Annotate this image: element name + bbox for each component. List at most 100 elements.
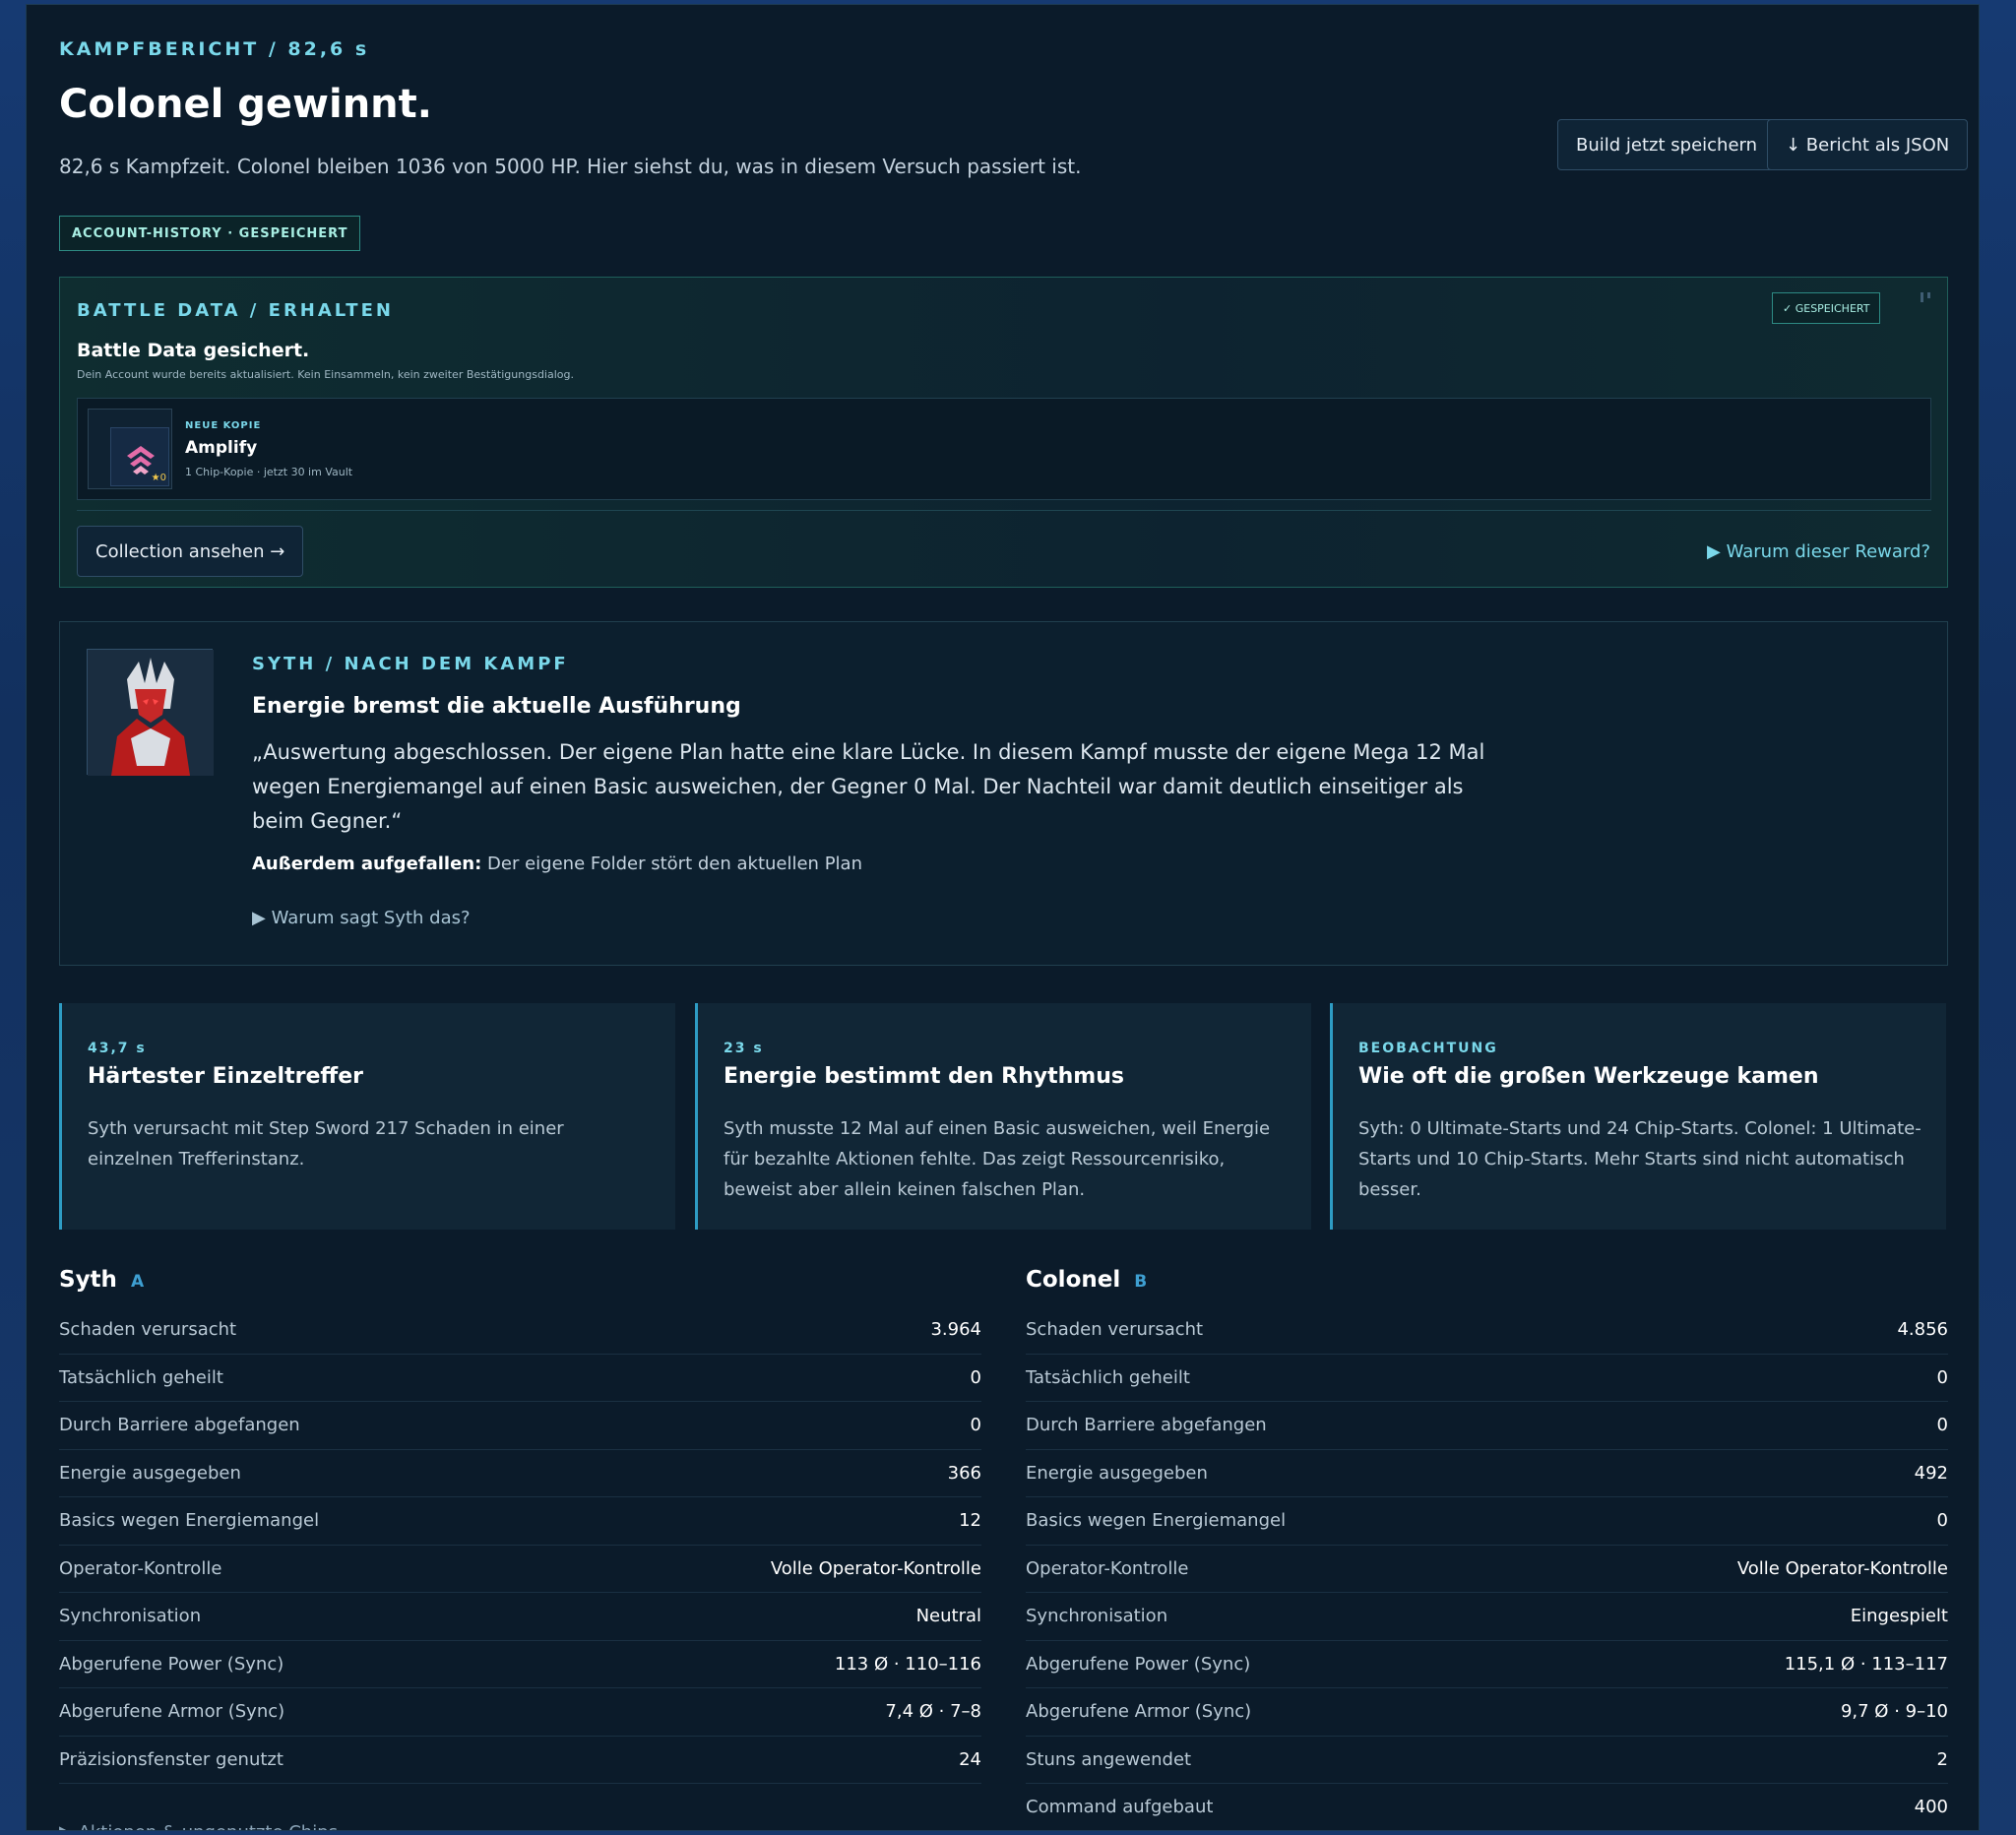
stat-value: 3.964: [930, 1319, 981, 1341]
syth-also-label: Außerdem aufgefallen:: [252, 854, 482, 874]
stat-label: Operator-Kontrolle: [1026, 1557, 1189, 1579]
stat-row: Abgerufene Armor (Sync) 7,4 Ø · 7–8: [59, 1688, 981, 1737]
fighter-tag: A: [130, 1272, 145, 1292]
stat-value: 24: [959, 1748, 981, 1770]
stat-value: 0: [1936, 1366, 1948, 1388]
stat-row: Operator-Kontrolle Volle Operator-Kontrol…: [1026, 1546, 1948, 1593]
stat-label: Basics wegen Energiemangel: [1026, 1510, 1287, 1532]
history-status-badge: ACCOUNT-HISTORY · GESPEICHERT: [59, 216, 361, 251]
stat-row: Tatsächlich geheilt 0: [1026, 1355, 1948, 1402]
reward-name: Amplify: [185, 438, 258, 458]
stats-table-colonel: Colonel B Schaden verursacht 4.856 Tatsäch…: [1026, 1267, 1948, 1830]
export-json-button[interactable]: ↓ Bericht als JSON: [1767, 119, 1969, 170]
pause-icon[interactable]: [1917, 289, 1936, 309]
stat-label: Durch Barriere abgefangen: [59, 1415, 300, 1436]
saved-badge: ✓ GESPEICHERT: [1772, 292, 1881, 324]
stats-table-syth: Syth A Schaden verursacht 3.964 Tatsächlic…: [59, 1267, 981, 1784]
divider: [77, 510, 1931, 511]
page-title: Colonel gewinnt.: [59, 82, 432, 127]
report-subtitle: 82,6 s Kampfzeit. Colonel bleiben 1036 v…: [59, 155, 1082, 178]
insight-card-observation: BEOBACHTUNG Wie oft die großen Werkzeuge…: [1330, 1003, 1946, 1230]
stat-row: Abgerufene Power (Sync) 115,1 Ø · 113–117: [1026, 1641, 1948, 1688]
stat-value: 492: [1914, 1462, 1948, 1484]
stat-value: 0: [970, 1415, 981, 1436]
stat-label: Stuns angewendet: [1026, 1748, 1192, 1770]
stat-row: Durch Barriere abgefangen 0: [59, 1402, 981, 1450]
stat-row: Abgerufene Armor (Sync) 9,7 Ø · 9–10: [1026, 1688, 1948, 1737]
stat-label: Abgerufene Armor (Sync): [1026, 1701, 1252, 1723]
stat-label: Schaden verursacht: [1026, 1319, 1204, 1341]
report-kicker: KAMPFBERICHT / 82,6 s: [59, 38, 370, 60]
stat-label: Abgerufene Power (Sync): [1026, 1653, 1251, 1675]
card-kicker: BEOBACHTUNG: [1358, 1041, 1498, 1056]
stat-value: 4.856: [1897, 1319, 1948, 1341]
stat-label: Durch Barriere abgefangen: [1026, 1415, 1267, 1436]
fighter-tag: B: [1134, 1272, 1148, 1292]
stat-row: Synchronisation Eingespielt: [1026, 1593, 1948, 1641]
stat-value: 0: [1936, 1510, 1948, 1532]
card-title: Wie oft die großen Werkzeuge kamen: [1358, 1064, 1819, 1089]
card-kicker: 23 s: [724, 1041, 764, 1056]
stat-row: Basics wegen Energiemangel 12: [59, 1497, 981, 1546]
save-build-button[interactable]: Build jetzt speichern: [1557, 119, 1777, 170]
card-kicker: 43,7 s: [88, 1041, 147, 1056]
stat-value: Volle Operator-Kontrolle: [770, 1557, 981, 1579]
syth-also-text: Der eigene Folder stört den aktuellen Pl…: [481, 854, 862, 874]
why-reward-toggle[interactable]: ▶ Warum dieser Reward?: [1707, 541, 1930, 562]
stat-label: Energie ausgegeben: [1026, 1462, 1208, 1484]
stat-value: Neutral: [915, 1606, 981, 1627]
stat-value: 400: [1914, 1797, 1948, 1818]
reward-subtitle: 1 Chip-Kopie · jetzt 30 im Vault: [185, 466, 353, 478]
stat-row: Basics wegen Energiemangel 0: [1026, 1497, 1948, 1546]
stat-value: 2: [1936, 1748, 1948, 1770]
stat-row: Synchronisation Neutral: [59, 1593, 981, 1641]
card-text: Syth musste 12 Mal auf einen Basic auswe…: [724, 1118, 1271, 1200]
stat-value: 113 Ø · 110–116: [834, 1653, 981, 1675]
reward-item: ★0 NEUE KOPIE Amplify 1 Chip-Kopie · jet…: [77, 398, 1931, 500]
stat-row: Abgerufene Power (Sync) 113 Ø · 110–116: [59, 1641, 981, 1688]
fighter-name: Colonel: [1026, 1267, 1121, 1293]
syth-avatar: [87, 649, 214, 776]
view-collection-button[interactable]: Collection ansehen →: [77, 526, 304, 577]
insight-card-hardest-hit: 43,7 s Härtester Einzeltreffer Syth veru…: [59, 1003, 675, 1230]
reward-chip-thumbnail: ★0: [88, 409, 172, 489]
stat-row: Command aufgebaut 400: [1026, 1784, 1948, 1830]
stat-label: Schaden verursacht: [59, 1319, 237, 1341]
battle-data-section: BATTLE DATA / ERHALTEN Battle Data gesic…: [59, 277, 1948, 588]
battle-data-kicker: BATTLE DATA / ERHALTEN: [77, 300, 394, 321]
stat-row: Präzisionsfenster genutzt 24: [59, 1737, 981, 1784]
insight-card-energy: 23 s Energie bestimmt den Rhythmus Syth …: [695, 1003, 1311, 1230]
stat-row: Stuns angewendet 2: [1026, 1737, 1948, 1784]
stat-row: Energie ausgegeben 492: [1026, 1450, 1948, 1497]
card-title: Härtester Einzeltreffer: [88, 1064, 363, 1089]
battle-data-note: Dein Account wurde bereits aktualisiert.…: [77, 368, 574, 381]
stat-value: 366: [947, 1462, 981, 1484]
stat-label: Abgerufene Armor (Sync): [59, 1701, 285, 1723]
actions-unused-chips-toggle[interactable]: ▶ Aktionen & ungenutzte Chips: [59, 1822, 338, 1830]
stat-value: 115,1 Ø · 113–117: [1784, 1653, 1948, 1675]
syth-title: Energie bremst die aktuelle Ausführung: [252, 694, 741, 719]
syth-kicker: SYTH / NACH DEM KAMPF: [252, 654, 569, 674]
stat-row: Operator-Kontrolle Volle Operator-Kontrol…: [59, 1546, 981, 1593]
card-text: Syth verursacht mit Step Sword 217 Schad…: [88, 1118, 564, 1170]
stat-label: Abgerufene Power (Sync): [59, 1653, 284, 1675]
syth-portrait-icon: [88, 650, 214, 776]
stat-label: Tatsächlich geheilt: [1026, 1366, 1190, 1388]
battle-data-title: Battle Data gesichert.: [77, 340, 310, 361]
stat-row: Energie ausgegeben 366: [59, 1450, 981, 1497]
stat-label: Operator-Kontrolle: [59, 1557, 222, 1579]
stat-label: Synchronisation: [59, 1606, 202, 1627]
stat-label: Präzisionsfenster genutzt: [59, 1748, 284, 1770]
stat-label: Tatsächlich geheilt: [59, 1366, 223, 1388]
stat-label: Command aufgebaut: [1026, 1797, 1214, 1818]
reward-star-count: ★0: [151, 473, 166, 483]
stat-value: 12: [959, 1510, 981, 1532]
syth-quote: „Auswertung abgeschlossen. Der eigene Pl…: [252, 740, 1485, 833]
stat-label: Basics wegen Energiemangel: [59, 1510, 320, 1532]
stat-value: Volle Operator-Kontrolle: [1736, 1557, 1948, 1579]
report-panel: KAMPFBERICHT / 82,6 s Colonel gewinnt. 8…: [26, 4, 1980, 1831]
stats-header: Syth A: [59, 1267, 981, 1306]
card-text: Syth: 0 Ultimate-Starts und 24 Chip-Star…: [1358, 1118, 1922, 1200]
why-syth-toggle[interactable]: ▶ Warum sagt Syth das?: [252, 908, 471, 928]
syth-feedback-section: SYTH / NACH DEM KAMPF Energie bremst die…: [59, 621, 1948, 966]
